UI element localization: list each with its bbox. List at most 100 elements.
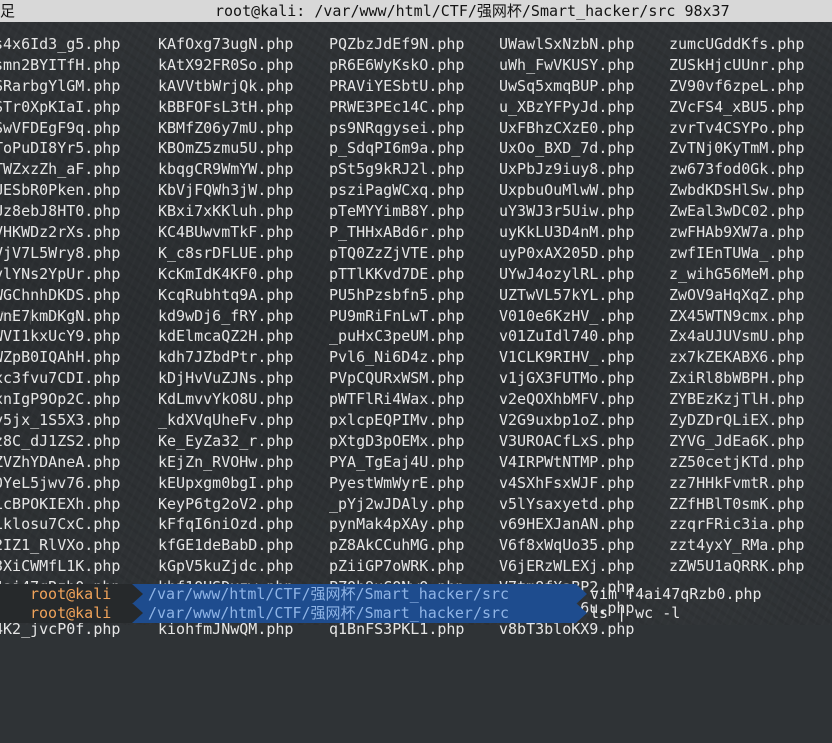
file-entry[interactable]: kEUpxgm0bgI.php xyxy=(158,473,293,494)
file-entry[interactable]: 1klosu7CxC.php xyxy=(0,514,120,535)
file-entry[interactable]: xc3fvu7CDI.php xyxy=(0,368,120,389)
file-entry[interactable]: zw673fod0Gk.php xyxy=(669,159,804,180)
file-entry[interactable]: ZxiRl8bWBPH.php xyxy=(669,368,804,389)
file-entry[interactable]: ps9NRqgysei.php xyxy=(329,118,464,139)
file-entry[interactable]: zvrTv4CSYPo.php xyxy=(669,118,804,139)
prompt-command[interactable]: vim f4ai47qRzb0.php xyxy=(590,584,762,604)
file-entry[interactable]: _pYj2wJDAly.php xyxy=(329,494,464,515)
file-entry[interactable]: ZvTNj0KyTmM.php xyxy=(669,138,804,159)
file-entry[interactable]: SRarbgYlGM.php xyxy=(0,76,120,97)
file-entry[interactable]: WGChnhDKDS.php xyxy=(0,285,120,306)
file-entry[interactable]: KcKmIdK4KF0.php xyxy=(158,264,293,285)
file-entry[interactable]: WVI1kxUcY9.php xyxy=(0,326,120,347)
file-entry[interactable]: P_THHxABd6r.php xyxy=(329,222,464,243)
file-entry[interactable]: PU9mRiFnLwT.php xyxy=(329,306,464,327)
file-entry[interactable]: pTTlKKvd7DE.php xyxy=(329,264,464,285)
file-entry[interactable]: PRWE3PEc14C.php xyxy=(329,97,464,118)
file-entry[interactable]: uY3WJ3r5Uiw.php xyxy=(499,201,634,222)
file-entry[interactable]: V6jERzWLEXj.php xyxy=(499,556,634,577)
file-entry[interactable]: 2IZ1_RlVXo.php xyxy=(0,535,120,556)
file-entry[interactable]: pXtgD3pOEMx.php xyxy=(329,431,464,452)
prompt-command[interactable]: ls | wc -l xyxy=(590,603,680,623)
file-entry[interactable]: KC4BUwvmTkF.php xyxy=(158,222,293,243)
file-entry[interactable]: zzt4yxY_RMa.php xyxy=(669,535,804,556)
file-entry[interactable]: KBxi7xKKluh.php xyxy=(158,201,293,222)
file-entry[interactable]: v01ZuIdl740.php xyxy=(499,326,634,347)
file-entry[interactable]: s4x6Id3_g5.php xyxy=(0,34,120,55)
file-entry[interactable]: WZpB0IQAhH.php xyxy=(0,347,120,368)
file-entry[interactable]: ZV90vf6zpeL.php xyxy=(669,76,804,97)
file-entry[interactable]: _kdXVqUheFv.php xyxy=(158,410,293,431)
file-entry[interactable]: pynMak4pXAy.php xyxy=(329,514,464,535)
file-entry[interactable]: kAVVtbWrjQk.php xyxy=(158,76,293,97)
file-entry[interactable]: kd9wDj6_fRY.php xyxy=(158,306,293,327)
file-entry[interactable]: UxPbJz9iuy8.php xyxy=(499,159,634,180)
file-entry[interactable]: xnIgP9Op2C.php xyxy=(0,389,120,410)
file-entry[interactable]: TWZxzZh_aF.php xyxy=(0,159,120,180)
file-entry[interactable]: ZwOV9aHqXqZ.php xyxy=(669,285,804,306)
file-entry[interactable]: uyKkLU3D4nM.php xyxy=(499,222,634,243)
file-entry[interactable]: K_c8srDFLUE.php xyxy=(158,243,293,264)
file-entry[interactable]: V1CLK9RIHV_.php xyxy=(499,347,634,368)
file-entry[interactable]: ZYBEzKzjTlH.php xyxy=(669,389,804,410)
file-entry[interactable]: ZyDZDrQLiEX.php xyxy=(669,410,804,431)
file-entry[interactable]: uyP0xAX205D.php xyxy=(499,243,634,264)
file-entry[interactable]: 1cBPOKIEXh.php xyxy=(0,494,120,515)
file-entry[interactable]: V2G9uxbp1oZ.php xyxy=(499,410,634,431)
file-entry[interactable]: ZVZhYDAneA.php xyxy=(0,452,120,473)
file-entry[interactable]: kdh7JZbdPtr.php xyxy=(158,347,293,368)
file-entry[interactable]: psziPagWCxq.php xyxy=(329,180,464,201)
file-entry[interactable]: kBBFOFsL3tH.php xyxy=(158,97,293,118)
file-entry[interactable]: UZTwVL57kYL.php xyxy=(499,285,634,306)
file-entry[interactable]: V6f8xWqUo35.php xyxy=(499,535,634,556)
file-entry[interactable]: PyestWmWyrE.php xyxy=(329,473,464,494)
file-entry[interactable]: kbqgCR9WmYW.php xyxy=(158,159,293,180)
prompt-line[interactable]: root@kali /var/www/html/CTF/强网杯/Smart_ha… xyxy=(0,603,832,623)
file-listing[interactable]: s4x6Id3_g5.php KAfOxg73ugN.php PQZbzJdEf9N… xyxy=(0,34,832,638)
file-entry[interactable]: z_wihG56MeM.php xyxy=(669,264,804,285)
file-entry[interactable]: KAfOxg73ugN.php xyxy=(158,34,293,55)
prompt-line[interactable]: root@kali /var/www/html/CTF/强网杯/Smart_ha… xyxy=(0,584,832,604)
terminal-titlebar[interactable]: 足 root@kali: /var/www/html/CTF/强网杯/Smart… xyxy=(0,0,832,22)
file-entry[interactable]: pZiiGP7oWRK.php xyxy=(329,556,464,577)
file-entry[interactable]: Pvl6_Ni6D4z.php xyxy=(329,347,464,368)
file-entry[interactable]: PYA_TgEaj4U.php xyxy=(329,452,464,473)
file-entry[interactable]: UYwJ4ozylRL.php xyxy=(499,264,634,285)
file-entry[interactable]: pxlcpEQPIMv.php xyxy=(329,410,464,431)
file-entry[interactable]: UWawlSxNzbN.php xyxy=(499,34,634,55)
file-entry[interactable]: ZX45WTN9cmx.php xyxy=(669,306,804,327)
file-entry[interactable]: UxFBhzCXzE0.php xyxy=(499,118,634,139)
file-entry[interactable]: UxOo_BXD_7d.php xyxy=(499,138,634,159)
file-entry[interactable]: 3XiCWMfL1K.php xyxy=(0,556,120,577)
file-entry[interactable]: UxpbuOuMlwW.php xyxy=(499,180,634,201)
file-entry[interactable]: v1jGX3FUTMo.php xyxy=(499,368,634,389)
file-entry[interactable]: pWTFlRi4Wax.php xyxy=(329,389,464,410)
file-entry[interactable]: VjV7L5Wry8.php xyxy=(0,243,120,264)
file-entry[interactable]: zzqrFRic3ia.php xyxy=(669,514,804,535)
file-entry[interactable]: ToPuDI8Yr5.php xyxy=(0,138,120,159)
file-entry[interactable]: zumcUGddKfs.php xyxy=(669,34,804,55)
file-entry[interactable]: pR6E6WyKskO.php xyxy=(329,55,464,76)
file-entry[interactable]: zwFHAb9XW7a.php xyxy=(669,222,804,243)
file-entry[interactable]: SwVFDEgF9q.php xyxy=(0,118,120,139)
file-entry[interactable]: ZZfHBlT0smK.php xyxy=(669,494,804,515)
file-entry[interactable]: kDjHvVuZJNs.php xyxy=(158,368,293,389)
file-entry[interactable]: kFfqI6niOzd.php xyxy=(158,514,293,535)
file-entry[interactable]: smn2BYITfH.php xyxy=(0,55,120,76)
file-entry[interactable]: Ke_EyZa32_r.php xyxy=(158,431,293,452)
file-entry[interactable]: V3UROACfLxS.php xyxy=(499,431,634,452)
file-entry[interactable]: PQZbzJdEf9N.php xyxy=(329,34,464,55)
file-entry[interactable]: _puHxC3peUM.php xyxy=(329,326,464,347)
file-entry[interactable]: PRAViYESbtU.php xyxy=(329,76,464,97)
file-entry[interactable]: kAtX92FR0So.php xyxy=(158,55,293,76)
file-entry[interactable]: p_SdqPI6m9a.php xyxy=(329,138,464,159)
file-entry[interactable]: ZwbdKDSHlSw.php xyxy=(669,180,804,201)
file-entry[interactable]: pZ8AkCCuhMG.php xyxy=(329,535,464,556)
file-entry[interactable]: y5jx_1S5X3.php xyxy=(0,410,120,431)
file-entry[interactable]: ZVcFS4_xBU5.php xyxy=(669,97,804,118)
file-entry[interactable]: ZwEal3wDC02.php xyxy=(669,201,804,222)
file-entry[interactable]: V4IRPWtNTMP.php xyxy=(499,452,634,473)
file-entry[interactable]: pSt5g9kRJ2l.php xyxy=(329,159,464,180)
file-entry[interactable]: STr0XpKIaI.php xyxy=(0,97,120,118)
file-entry[interactable]: kfGE1deBabD.php xyxy=(158,535,293,556)
